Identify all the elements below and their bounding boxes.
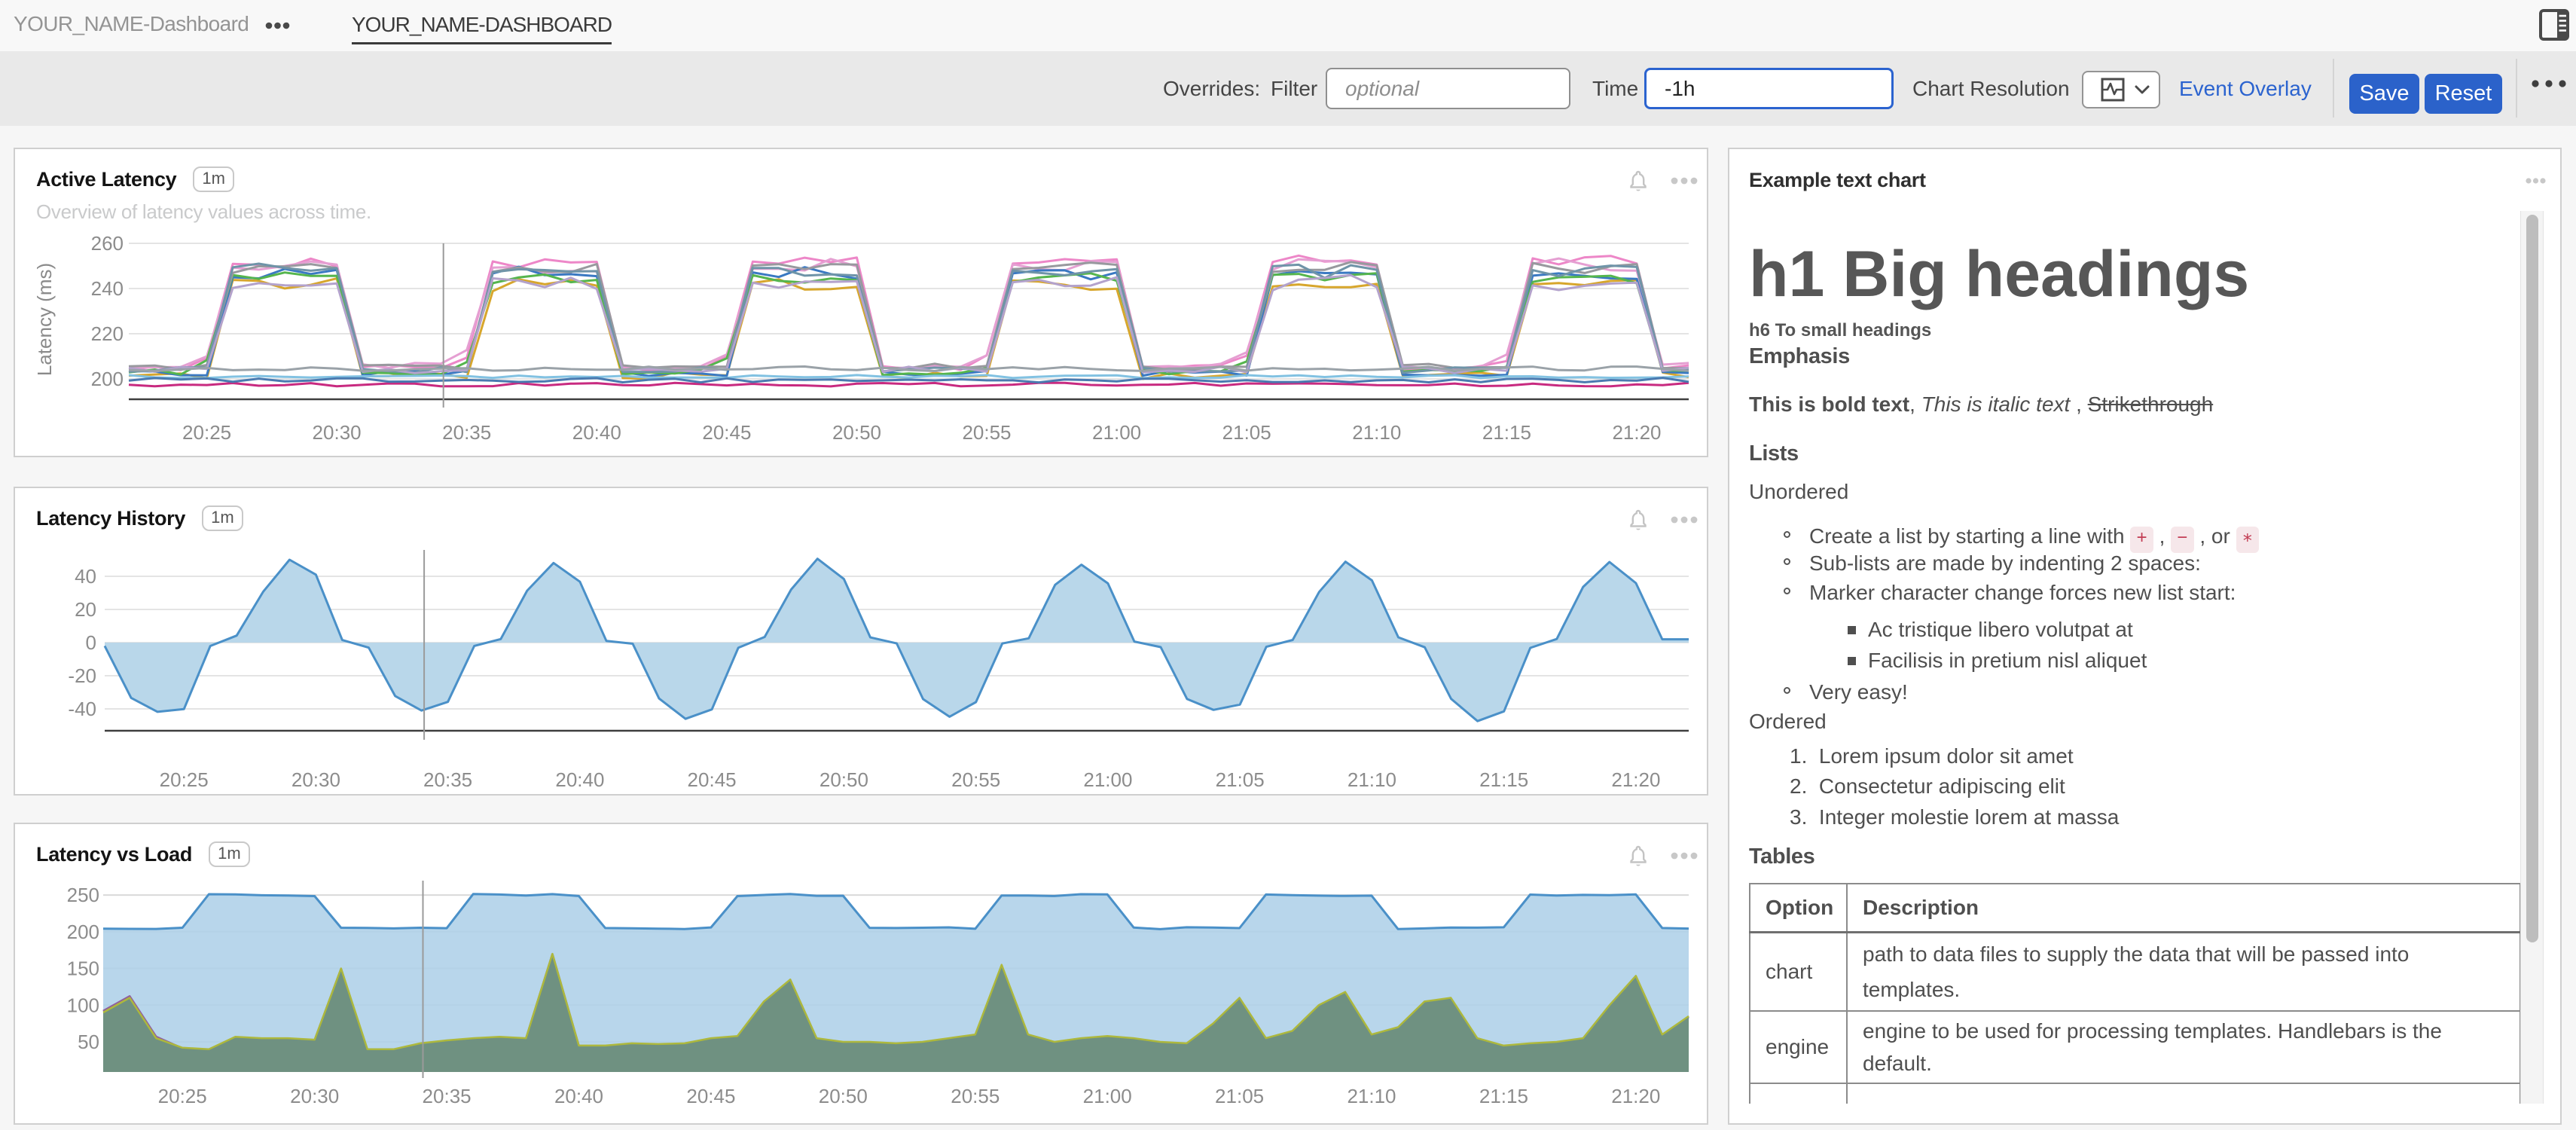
svg-text:20:50: 20:50 [819, 1085, 868, 1107]
svg-text:21:15: 21:15 [1479, 768, 1528, 791]
svg-text:21:05: 21:05 [1216, 768, 1265, 791]
svg-text:20:35: 20:35 [423, 768, 472, 791]
svg-text:21:00: 21:00 [1083, 768, 1132, 791]
svg-text:20:45: 20:45 [702, 421, 751, 444]
svg-text:Latency (ms): Latency (ms) [33, 263, 56, 376]
svg-text:21:10: 21:10 [1348, 768, 1396, 791]
svg-text:220: 220 [91, 322, 124, 345]
svg-text:20:55: 20:55 [951, 768, 1000, 791]
svg-text:20:40: 20:40 [554, 1085, 603, 1107]
svg-text:40: 40 [75, 565, 96, 588]
svg-text:20:50: 20:50 [832, 421, 881, 444]
svg-text:20:35: 20:35 [423, 1085, 472, 1107]
svg-text:20:30: 20:30 [313, 421, 362, 444]
svg-text:20:25: 20:25 [160, 768, 209, 791]
svg-text:21:05: 21:05 [1215, 1085, 1264, 1107]
svg-text:21:20: 21:20 [1611, 1085, 1660, 1107]
svg-text:0: 0 [86, 631, 96, 654]
svg-text:260: 260 [91, 232, 124, 255]
svg-text:20:55: 20:55 [951, 1085, 1000, 1107]
svg-text:-40: -40 [68, 698, 96, 720]
svg-text:20:35: 20:35 [442, 421, 491, 444]
svg-text:20:55: 20:55 [962, 421, 1011, 444]
svg-text:100: 100 [67, 994, 99, 1016]
svg-text:20:30: 20:30 [290, 1085, 339, 1107]
svg-text:150: 150 [67, 957, 99, 980]
svg-text:250: 250 [67, 884, 99, 906]
svg-text:21:05: 21:05 [1222, 421, 1271, 444]
svg-text:20:25: 20:25 [182, 421, 231, 444]
svg-text:20:50: 20:50 [819, 768, 868, 791]
svg-text:21:00: 21:00 [1092, 421, 1141, 444]
svg-text:21:15: 21:15 [1482, 421, 1531, 444]
svg-text:21:20: 21:20 [1611, 768, 1660, 791]
svg-text:20:25: 20:25 [158, 1085, 207, 1107]
svg-text:21:15: 21:15 [1479, 1085, 1528, 1107]
svg-text:240: 240 [91, 277, 124, 300]
svg-text:21:10: 21:10 [1352, 421, 1401, 444]
svg-text:20:45: 20:45 [688, 768, 737, 791]
svg-text:20:45: 20:45 [686, 1085, 735, 1107]
svg-text:-20: -20 [68, 664, 96, 687]
svg-text:20:30: 20:30 [291, 768, 340, 791]
svg-text:200: 200 [67, 921, 99, 943]
svg-text:20:40: 20:40 [555, 768, 604, 791]
svg-text:20: 20 [75, 598, 96, 621]
svg-text:21:20: 21:20 [1612, 421, 1661, 444]
svg-text:21:10: 21:10 [1347, 1085, 1396, 1107]
svg-text:200: 200 [91, 368, 124, 390]
svg-text:20:40: 20:40 [572, 421, 621, 444]
svg-text:21:00: 21:00 [1083, 1085, 1132, 1107]
svg-text:50: 50 [78, 1031, 99, 1053]
